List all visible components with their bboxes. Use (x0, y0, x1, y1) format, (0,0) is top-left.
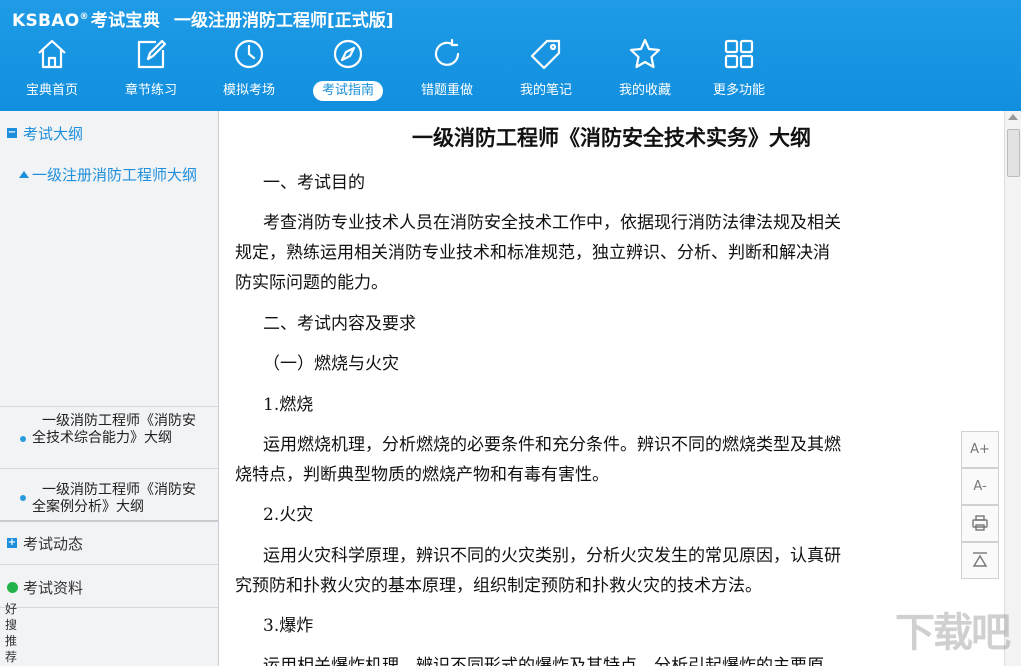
tag-icon (529, 37, 563, 71)
watermark: 下载吧 (895, 610, 1011, 656)
doc-paragraph-line: 运用燃烧机理，分析燃烧的必要条件和充分条件。辨识不同的燃烧类型及其燃 (263, 435, 841, 455)
nav-home[interactable]: 宝典首页 (3, 33, 101, 109)
sidebar-section-exam-materials[interactable]: 考试资料 (0, 567, 218, 607)
divider (0, 607, 218, 608)
nav-label: 宝典首页 (25, 83, 78, 98)
nav-more-features[interactable]: 更多功能 (690, 33, 788, 109)
sidebar-item-comprehensive[interactable]: 一级消防工程师《消防安全技术综合能力》大纲 (0, 412, 218, 468)
doc-paragraph-line: 烧特点，判断典型物质的燃烧产物和有毒有害性。 (235, 465, 609, 485)
recommend-icon (7, 582, 18, 593)
sidebar-section-exam-outline[interactable]: − 考试大纲 (0, 113, 218, 153)
ksbao-logo: KSBAO® 考试宝典 (12, 10, 160, 31)
clock-icon (232, 37, 266, 71)
sidebar-item-label: 一级消防工程师《消防安全技术综合能力》大纲 (32, 413, 196, 446)
reading-tools: A+ A- (961, 431, 999, 581)
expand-triangle-icon (19, 171, 29, 178)
vertical-scrollbar[interactable] (1004, 111, 1021, 666)
nav-label: 我的笔记 (519, 83, 572, 98)
nav-chapter-practice[interactable]: 章节练习 (102, 33, 200, 109)
nav-label-active: 考试指南 (313, 81, 383, 101)
nav-redo-mistakes[interactable]: 错题重做 (398, 33, 496, 109)
main-nav: 宝典首页 章节练习 模拟考场 考试指南 错题重做 我的笔记 我的收藏 更多功能 (0, 33, 1021, 111)
recommend-tab[interactable]: 好搜推荐 (5, 601, 21, 665)
document-view: 一级消防工程师《消防安全技术实务》大纲 一、考试目的 考查消防专业技术人员在消防… (219, 111, 1004, 666)
sidebar-section-label: 考试资料 (23, 578, 84, 597)
nav-mock-exam[interactable]: 模拟考场 (200, 33, 298, 109)
sidebar-item-label: 一级消防工程师《消防安全案例分析》大纲 (32, 482, 196, 515)
edit-icon (134, 37, 168, 71)
nav-my-notes[interactable]: 我的笔记 (497, 33, 595, 109)
doc-paragraph-line: 运用相关爆炸机理，辨识不同形式的爆炸及其特点，分析引起爆炸的主要原 (263, 656, 824, 666)
nav-label: 更多功能 (712, 83, 765, 98)
scroll-thumb[interactable] (1007, 129, 1020, 177)
divider (0, 520, 218, 522)
doc-paragraph-line: 运用火灾科学原理，辨识不同的火灾类别，分析火灾发生的常见原因，认真研 (263, 546, 841, 566)
home-icon (35, 37, 69, 71)
back-to-top-button[interactable] (961, 542, 999, 579)
print-button[interactable] (961, 505, 999, 542)
sidebar-section-label: 考试动态 (23, 534, 84, 553)
sidebar-section-exam-news[interactable]: + 考试动态 (0, 523, 218, 563)
brand: KSBAO® 考试宝典 一级注册消防工程师[正式版] (12, 6, 394, 31)
doc-paragraph-line: 规定，熟练运用相关消防专业技术和标准规范，独立辨识、分析、判断和解决消 (235, 243, 830, 263)
doc-heading: （一）燃烧与火灾 (263, 354, 399, 374)
doc-paragraph-line: 究预防和扑救火灾的基本原理，组织制定预防和扑救火灾的技术方法。 (235, 576, 762, 596)
divider (0, 406, 218, 407)
nav-label: 我的收藏 (618, 83, 671, 98)
doc-heading: 2.火灾 (263, 505, 314, 525)
compass-icon (331, 37, 365, 71)
doc-paragraph-line: 考查消防专业技术人员在消防安全技术工作中，依据现行消防法律法规及相关 (263, 213, 841, 233)
sidebar-item-case-analysis[interactable]: 一级消防工程师《消防安全案例分析》大纲 (0, 481, 218, 521)
document-title: 一级消防工程师《消防安全技术实务》大纲 (412, 126, 811, 150)
doc-paragraph-line: 防实际问题的能力。 (235, 273, 388, 293)
nav-label: 错题重做 (420, 83, 473, 98)
refresh-icon (430, 37, 464, 71)
divider (0, 468, 218, 469)
font-decrease-button[interactable]: A- (961, 468, 999, 505)
nav-my-favorites[interactable]: 我的收藏 (596, 33, 694, 109)
star-icon (628, 37, 662, 71)
scroll-up-arrow-icon[interactable] (1008, 114, 1018, 120)
nav-label: 模拟考场 (222, 83, 275, 98)
sidebar-subitem-label: 一级注册消防工程师大纲 (32, 166, 198, 184)
divider (0, 564, 218, 565)
bullet-icon (20, 495, 26, 501)
app-header: KSBAO® 考试宝典 一级注册消防工程师[正式版] 宝典首页 章节练习 模拟考场 (0, 0, 1021, 111)
bullet-icon (20, 436, 26, 442)
sidebar: − 考试大纲 一级注册消防工程师大纲 一级消防工程师《消防安全技术综合能力》大纲… (0, 111, 219, 666)
doc-heading: 3.爆炸 (263, 616, 314, 636)
nav-exam-guide[interactable]: 考试指南 (299, 33, 397, 109)
grid-icon (722, 37, 756, 71)
printer-icon (971, 515, 989, 536)
doc-heading: 二、考试内容及要求 (263, 314, 416, 334)
doc-heading: 一、考试目的 (263, 173, 365, 193)
font-increase-button[interactable]: A+ (961, 431, 999, 468)
doc-heading: 1.燃烧 (263, 395, 314, 415)
app-title: 一级注册消防工程师[正式版] (174, 10, 394, 31)
sidebar-subitem-outline[interactable]: 一级注册消防工程师大纲 (17, 166, 203, 184)
sidebar-section-label: 考试大纲 (23, 124, 84, 143)
collapse-icon: − (7, 127, 17, 138)
expand-icon: + (7, 537, 17, 548)
back-to-top-icon (971, 552, 989, 573)
nav-label: 章节练习 (124, 83, 177, 98)
